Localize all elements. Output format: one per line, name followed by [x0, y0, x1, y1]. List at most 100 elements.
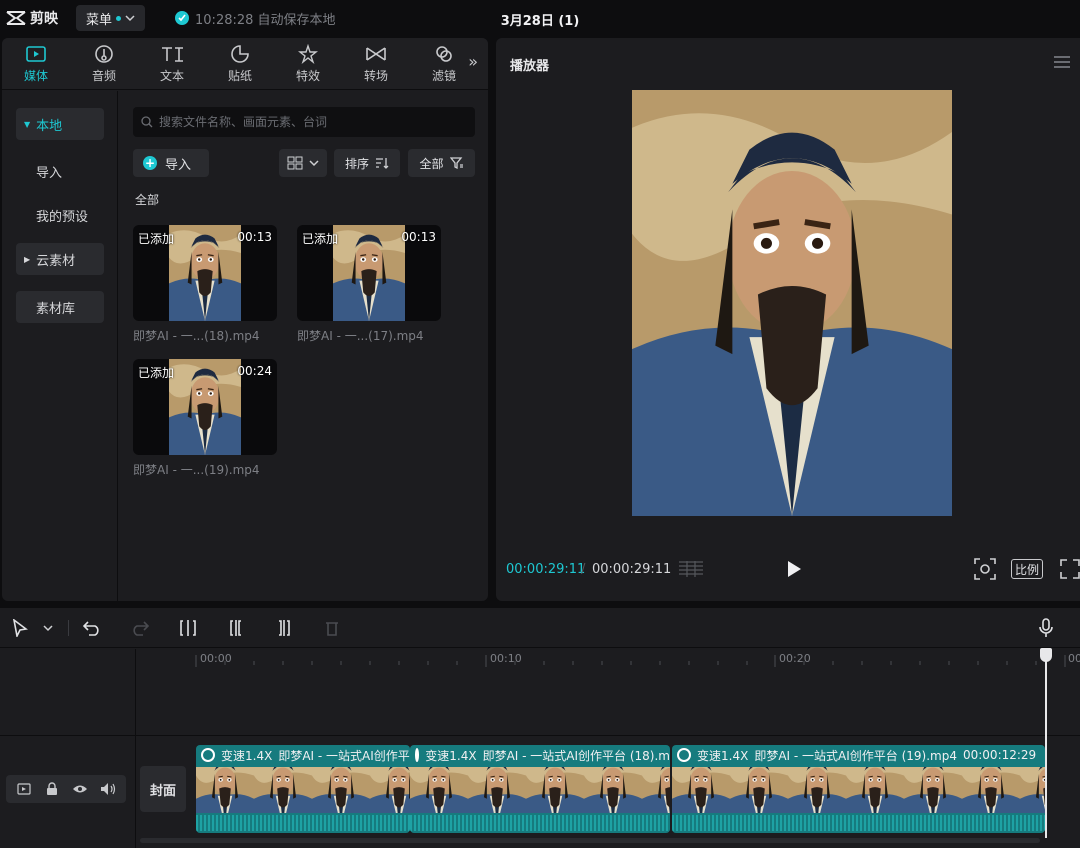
transition-icon — [365, 44, 387, 64]
fit-screen-icon[interactable] — [974, 558, 996, 580]
chevron-down-icon — [309, 160, 319, 167]
tab-transition[interactable]: 转场 — [342, 38, 410, 89]
undo-button[interactable] — [82, 618, 102, 638]
timeline-clip[interactable]: 变速1.4X 即梦AI - 一站式AI创作平台 (19).mp4 00:00:1… — [672, 745, 1045, 833]
timeline-clip[interactable]: 变速1.4X 即梦AI - 一站式AI创作平 — [196, 745, 410, 833]
record-button[interactable] — [1036, 618, 1056, 638]
clip-frame — [846, 767, 904, 813]
menu-button[interactable]: 菜单 — [76, 5, 146, 31]
clip-header: 变速1.4X 即梦AI - 一站式AI创作平台 (18).m — [410, 745, 670, 765]
sidebar-item-cloud[interactable]: ▶ 云素材 — [16, 243, 104, 275]
video-frame — [169, 225, 241, 321]
timeline-clip[interactable]: 变速1.4X 即梦AI - 一站式AI创作平台 (18).m — [410, 745, 670, 833]
duration-label: 00:24 — [237, 364, 272, 378]
clip-frame — [312, 767, 370, 813]
sidebar-item-local[interactable]: ▼ 本地 — [16, 108, 104, 140]
eye-icon[interactable] — [71, 780, 89, 798]
play-icon[interactable] — [786, 560, 802, 578]
text-icon — [161, 44, 183, 64]
playhead-handle[interactable] — [1040, 648, 1052, 662]
ratio-button[interactable]: 比例 — [1011, 559, 1043, 579]
split-button[interactable] — [178, 618, 198, 638]
view-mode-button[interactable] — [279, 149, 327, 177]
clip-frames — [196, 767, 410, 813]
playhead[interactable] — [1045, 648, 1047, 838]
sidebar-item-label: 云素材 — [36, 253, 76, 269]
sidebar-item-presets[interactable]: 我的预设 — [16, 199, 112, 231]
tab-media[interactable]: 媒体 — [2, 38, 70, 89]
split-icon — [180, 620, 196, 636]
player-panel: 播放器 00:00:29:11 / 00:00:29:11 比例 — [496, 38, 1080, 601]
check-icon — [175, 11, 190, 25]
filter-button[interactable]: 全部 — [408, 149, 475, 177]
tab-text[interactable]: 文本 — [138, 38, 206, 89]
delete-button[interactable] — [322, 618, 342, 638]
sidebar-item-label: 导入 — [36, 165, 63, 181]
duration-label: 00:13 — [237, 230, 272, 244]
fullscreen-icon[interactable] — [1060, 559, 1080, 579]
media-thumbnail[interactable]: 已添加 00:13 — [297, 225, 441, 321]
time-separator: / — [581, 562, 586, 577]
media-item[interactable]: 已添加 00:13 即梦AI - 一...(18).mp4 — [133, 225, 277, 344]
lock-icon[interactable] — [43, 780, 61, 798]
project-title: 3月28日 (1) — [500, 14, 580, 29]
media-item[interactable]: 已添加 00:13 即梦AI - 一...(17).mp4 — [297, 225, 441, 344]
clip-name: 即梦AI - 一站式AI创作平台 (18).m — [482, 748, 670, 763]
search-box[interactable] — [133, 107, 475, 137]
sidebar-item-label: 本地 — [36, 118, 63, 134]
clip-frame — [904, 767, 962, 813]
clip-frame — [526, 767, 584, 813]
tab-label: 贴纸 — [227, 68, 252, 83]
trim-left-icon — [230, 620, 241, 636]
video-track-icon — [15, 780, 33, 798]
cursor-icon — [12, 619, 28, 637]
sort-button[interactable]: 排序 — [334, 149, 400, 177]
video-frame — [169, 359, 241, 455]
sidebar-item-import[interactable]: 导入 — [16, 155, 104, 187]
ruler-ticks — [195, 655, 1066, 667]
tab-label: 转场 — [363, 68, 388, 83]
video-preview[interactable] — [632, 90, 952, 516]
cover-button[interactable]: 封面 — [140, 766, 186, 812]
redo-button[interactable] — [130, 618, 150, 638]
clip-speed: 变速1.4X — [697, 748, 749, 763]
select-tool-button[interactable] — [10, 618, 30, 638]
search-icon — [141, 116, 153, 128]
added-badge: 已添加 — [138, 232, 175, 246]
tab-label: 媒体 — [23, 68, 48, 83]
media-item[interactable]: 已添加 00:24 即梦AI - 一...(19).mp4 — [133, 359, 277, 478]
ruler-label: 00:20 — [779, 652, 811, 665]
timeline-scrollbar[interactable] — [140, 838, 1040, 843]
sidebar-item-library[interactable]: 素材库 — [16, 291, 104, 323]
caret-right-icon: ▶ — [24, 254, 31, 264]
filter-icon — [433, 44, 455, 64]
frame-grid-icon[interactable] — [678, 560, 704, 578]
search-input[interactable] — [159, 115, 459, 129]
trim-left-button[interactable] — [226, 618, 246, 638]
media-thumbnail[interactable]: 已添加 00:13 — [133, 225, 277, 321]
trim-right-button[interactable] — [274, 618, 294, 638]
tab-sticker[interactable]: 贴纸 — [206, 38, 274, 89]
timeline-ruler[interactable]: 00:00 00:10 00:20 00 — [136, 649, 1080, 669]
track-separator — [0, 735, 1080, 736]
media-thumbnail[interactable]: 已添加 00:24 — [133, 359, 277, 455]
plus-icon: + — [143, 156, 157, 170]
media-filename: 即梦AI - 一...(17).mp4 — [297, 329, 424, 343]
tab-effects[interactable]: 特效 — [274, 38, 342, 89]
tab-audio[interactable]: 音频 — [70, 38, 138, 89]
timeline-panel: 00:00 00:10 00:20 00 封面 变速1.4X 即梦AI - 一站… — [0, 608, 1080, 848]
grid-view-icon — [287, 156, 303, 170]
more-tabs-icon[interactable]: » — [468, 52, 478, 71]
media-content: + 导入 排序 全部 全部 已添加 00:13 即梦AI - 一...(18).… — [119, 91, 488, 601]
player-title: 播放器 — [510, 59, 550, 74]
ruler-label: 00:00 — [200, 652, 232, 665]
hamburger-menu-icon[interactable] — [1054, 56, 1070, 71]
clip-speed: 变速1.4X — [425, 748, 477, 763]
effects-icon — [297, 43, 319, 64]
speaker-icon[interactable] — [99, 780, 117, 798]
select-tool-dropdown[interactable] — [38, 618, 58, 638]
clip-frame — [468, 767, 526, 813]
added-badge: 已添加 — [302, 232, 339, 246]
import-button[interactable]: + 导入 — [133, 149, 209, 177]
undo-icon — [83, 621, 99, 636]
